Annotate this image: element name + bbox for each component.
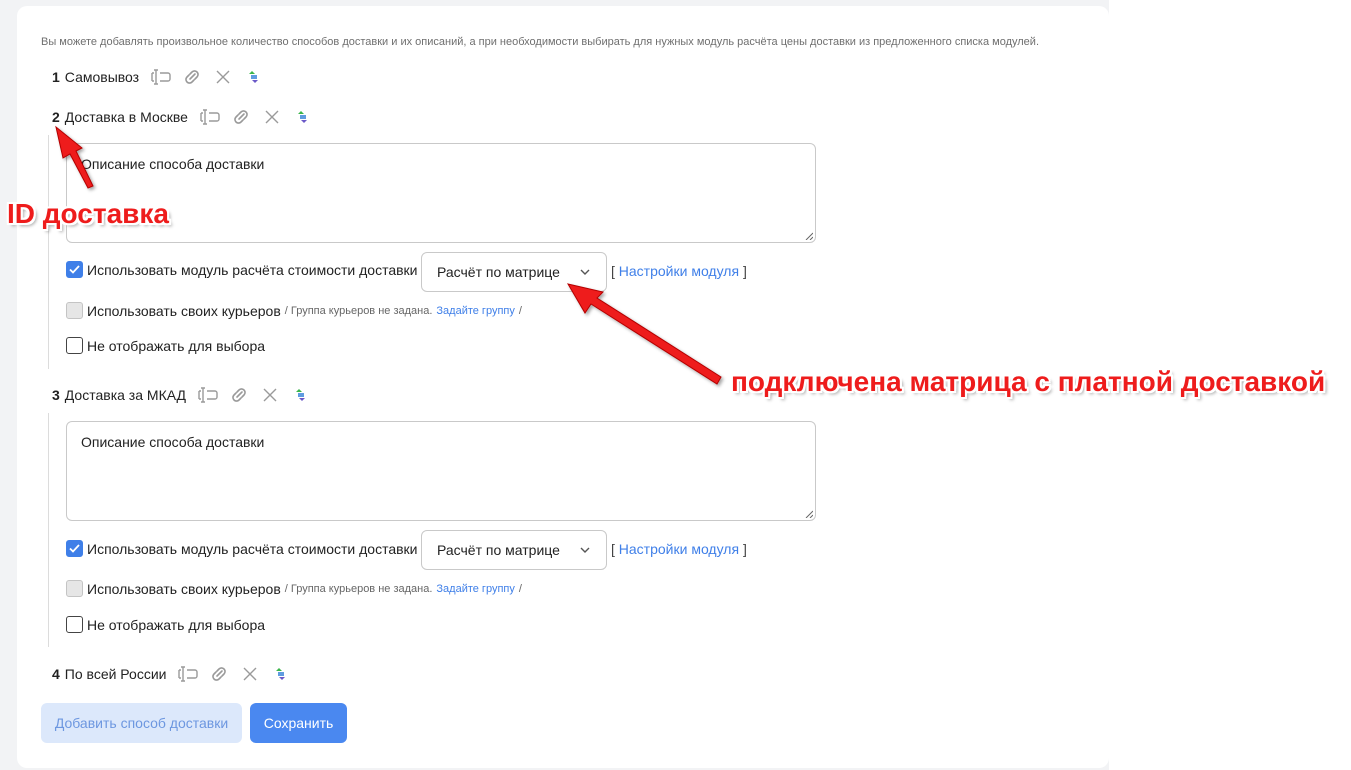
hide-checkbox[interactable]: [66, 337, 83, 354]
delivery-title[interactable]: Доставка за МКАД: [65, 387, 186, 403]
delete-icon[interactable]: [238, 664, 262, 684]
couriers-set-group-link[interactable]: Задайте группу: [436, 583, 514, 595]
module-select-value: Расчёт по матрице: [437, 264, 560, 280]
intro-text: Вы можете добавлять произвольное количес…: [41, 36, 1039, 48]
couriers-option: Использовать своих курьеров / Группа кур…: [66, 580, 522, 597]
chevron-down-icon: [580, 269, 590, 275]
description-textarea[interactable]: Описание способа доставки: [66, 143, 816, 243]
delivery-id: 4: [52, 666, 60, 682]
rename-icon[interactable]: [196, 385, 220, 405]
delivery-id: 2: [52, 109, 60, 125]
annotation-id-label: ID доставка: [7, 198, 169, 229]
link-icon[interactable]: [229, 107, 253, 127]
hide-label: Не отображать для выбора: [87, 337, 266, 354]
chevron-down-icon: [580, 547, 590, 553]
module-select-value: Расчёт по матрице: [437, 542, 560, 558]
description-textarea[interactable]: Описание способа доставки: [66, 421, 816, 521]
rename-icon[interactable]: [149, 67, 173, 87]
use-module-option: Использовать модуль расчёта стоимости до…: [66, 540, 418, 557]
add-delivery-method-button[interactable]: Добавить способ доставки: [41, 703, 242, 743]
module-settings: [ Настройки модуля ]: [611, 541, 747, 557]
link-icon[interactable]: [180, 67, 204, 87]
bracket-open: [: [611, 541, 615, 557]
rename-icon[interactable]: [176, 664, 200, 684]
module-settings: [ Настройки модуля ]: [611, 263, 747, 279]
sort-icon[interactable]: [291, 107, 315, 127]
module-select[interactable]: Расчёт по матрице: [421, 530, 607, 570]
link-icon[interactable]: [207, 664, 231, 684]
couriers-note: / Группа курьеров не задана.: [284, 582, 433, 595]
delete-icon[interactable]: [211, 67, 235, 87]
check-icon: [69, 265, 80, 274]
use-module-checkbox[interactable]: [66, 261, 83, 278]
delivery-title[interactable]: По всей России: [65, 666, 167, 682]
resize-grip-icon[interactable]: [805, 510, 813, 518]
hide-label: Не отображать для выбора: [87, 616, 266, 633]
delete-icon[interactable]: [260, 107, 284, 127]
rename-icon[interactable]: [198, 107, 222, 127]
delivery-title[interactable]: Доставка в Москве: [65, 109, 188, 125]
save-button[interactable]: Сохранить: [250, 703, 347, 743]
couriers-label: Использовать своих курьеров: [87, 580, 281, 597]
hide-option: Не отображать для выбора: [66, 337, 265, 354]
block-divider: [48, 135, 49, 369]
couriers-checkbox[interactable]: [66, 580, 83, 597]
module-settings-link[interactable]: Настройки модуля: [619, 263, 739, 279]
link-icon[interactable]: [227, 385, 251, 405]
delete-icon[interactable]: [258, 385, 282, 405]
couriers-option: Использовать своих курьеров / Группа кур…: [66, 302, 522, 319]
use-module-checkbox[interactable]: [66, 540, 83, 557]
sort-icon[interactable]: [269, 664, 293, 684]
module-settings-link[interactable]: Настройки модуля: [619, 541, 739, 557]
couriers-checkbox[interactable]: [66, 302, 83, 319]
couriers-note-end: /: [518, 304, 522, 317]
sort-icon[interactable]: [242, 67, 266, 87]
bracket-open: [: [611, 263, 615, 279]
use-module-label: Использовать модуль расчёта стоимости до…: [87, 261, 418, 278]
delivery-id: 3: [52, 387, 60, 403]
check-icon: [69, 544, 80, 553]
use-module-option: Использовать модуль расчёта стоимости до…: [66, 261, 418, 278]
resize-grip-icon[interactable]: [805, 232, 813, 240]
annotation-matrix-label: подключена матрица с платной доставкой: [731, 366, 1326, 397]
hide-checkbox[interactable]: [66, 616, 83, 633]
bracket-close: ]: [742, 541, 747, 557]
couriers-note-end: /: [518, 582, 522, 595]
delivery-id: 1: [52, 69, 60, 85]
delivery-title[interactable]: Самовывоз: [65, 69, 139, 85]
delivery-row-1: 1 Самовывоз: [52, 67, 273, 87]
hide-option: Не отображать для выбора: [66, 616, 265, 633]
delivery-row-4: 4 По всей России: [52, 664, 300, 684]
module-select[interactable]: Расчёт по матрице: [421, 252, 607, 292]
couriers-label: Использовать своих курьеров: [87, 302, 281, 319]
couriers-note: / Группа курьеров не задана.: [284, 304, 433, 317]
description-text: Описание способа доставки: [81, 434, 265, 450]
delivery-row-3: 3 Доставка за МКАД: [52, 385, 320, 405]
bracket-close: ]: [742, 263, 747, 279]
delivery-row-2: 2 Доставка в Москве: [52, 107, 322, 127]
use-module-label: Использовать модуль расчёта стоимости до…: [87, 540, 418, 557]
block-divider: [48, 413, 49, 647]
sort-icon[interactable]: [289, 385, 313, 405]
couriers-set-group-link[interactable]: Задайте группу: [436, 305, 514, 317]
description-text: Описание способа доставки: [81, 156, 265, 172]
